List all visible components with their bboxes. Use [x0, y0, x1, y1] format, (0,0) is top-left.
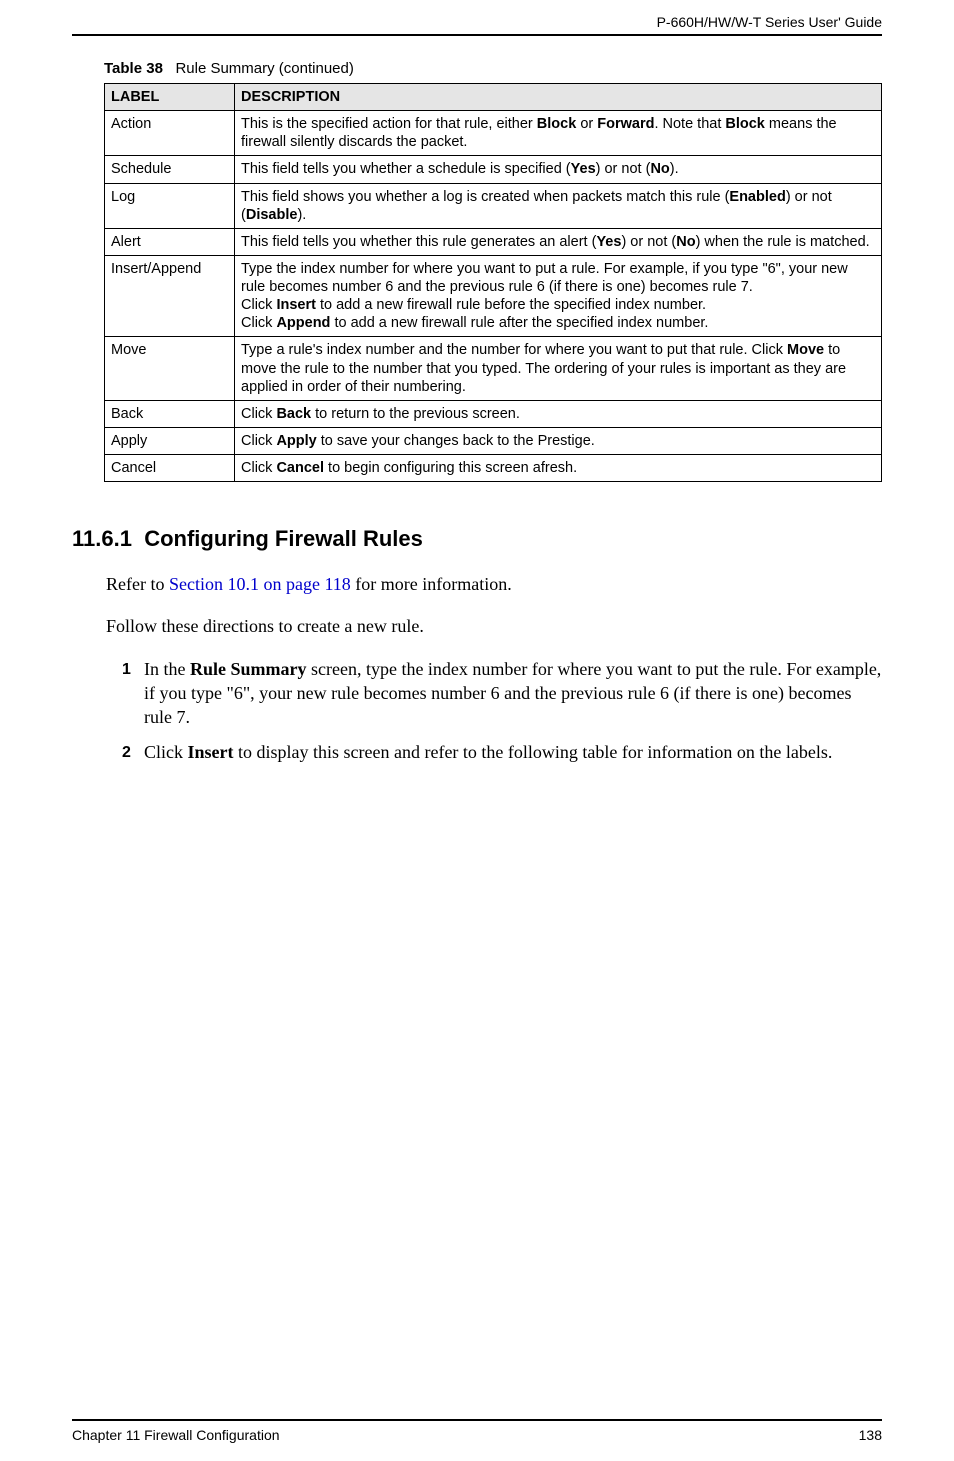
section-title: Configuring Firewall Rules	[144, 526, 423, 551]
table-number: Table 38	[104, 60, 163, 77]
row-desc: This field tells you whether this rule g…	[235, 228, 882, 255]
row-label: Cancel	[105, 455, 235, 482]
list-item: 2 Click Insert to display this screen an…	[144, 740, 882, 764]
row-label: Schedule	[105, 156, 235, 183]
section-intro: Refer to Section 10.1 on page 118 for mo…	[106, 572, 882, 596]
row-label: Back	[105, 400, 235, 427]
row-label: Apply	[105, 427, 235, 454]
row-desc: This field shows you whether a log is cr…	[235, 183, 882, 228]
table-row: Alert This field tells you whether this …	[105, 228, 882, 255]
row-desc: Click Cancel to begin configuring this s…	[235, 455, 882, 482]
cross-reference-link[interactable]: Section 10.1 on page 118	[169, 574, 351, 594]
page-header: P-660H/HW/W-T Series User' Guide	[72, 14, 882, 36]
row-desc: This field tells you whether a schedule …	[235, 156, 882, 183]
row-desc: This is the specified action for that ru…	[235, 111, 882, 156]
table-caption-text: Rule Summary (continued)	[175, 60, 353, 77]
row-desc: Click Apply to save your changes back to…	[235, 427, 882, 454]
table-row: Cancel Click Cancel to begin configuring…	[105, 455, 882, 482]
section-heading: 11.6.1 Configuring Firewall Rules	[72, 526, 882, 552]
row-label: Move	[105, 337, 235, 400]
table-caption: Table 38 Rule Summary (continued)	[104, 60, 882, 77]
page-footer: Chapter 11 Firewall Configuration 138	[72, 1419, 882, 1443]
section-number: 11.6.1	[72, 526, 132, 551]
chapter-title: Chapter 11 Firewall Configuration	[72, 1427, 280, 1443]
step-number: 1	[122, 659, 131, 681]
row-label: Insert/Append	[105, 255, 235, 337]
table-row: Insert/Append Type the index number for …	[105, 255, 882, 337]
table-row: Action This is the specified action for …	[105, 111, 882, 156]
page-number: 138	[859, 1427, 882, 1443]
table-row: Apply Click Apply to save your changes b…	[105, 427, 882, 454]
row-label: Action	[105, 111, 235, 156]
table-row: Log This field shows you whether a log i…	[105, 183, 882, 228]
guide-title: P-660H/HW/W-T Series User' Guide	[657, 14, 882, 30]
table-row: Back Click Back to return to the previou…	[105, 400, 882, 427]
table-row: Move Type a rule's index number and the …	[105, 337, 882, 400]
rule-summary-table: LABEL DESCRIPTION Action This is the spe…	[104, 83, 882, 482]
col-header-description: DESCRIPTION	[235, 84, 882, 111]
page-content: Table 38 Rule Summary (continued) LABEL …	[72, 60, 882, 774]
row-label: Alert	[105, 228, 235, 255]
row-desc: Click Back to return to the previous scr…	[235, 400, 882, 427]
row-desc: Type the index number for where you want…	[235, 255, 882, 337]
list-item: 1 In the Rule Summary screen, type the i…	[144, 657, 882, 730]
table-row: Schedule This field tells you whether a …	[105, 156, 882, 183]
section-follow: Follow these directions to create a new …	[106, 614, 882, 638]
col-header-label: LABEL	[105, 84, 235, 111]
step-number: 2	[122, 742, 131, 764]
row-label: Log	[105, 183, 235, 228]
row-desc: Type a rule's index number and the numbe…	[235, 337, 882, 400]
table-header-row: LABEL DESCRIPTION	[105, 84, 882, 111]
step-list: 1 In the Rule Summary screen, type the i…	[144, 657, 882, 764]
